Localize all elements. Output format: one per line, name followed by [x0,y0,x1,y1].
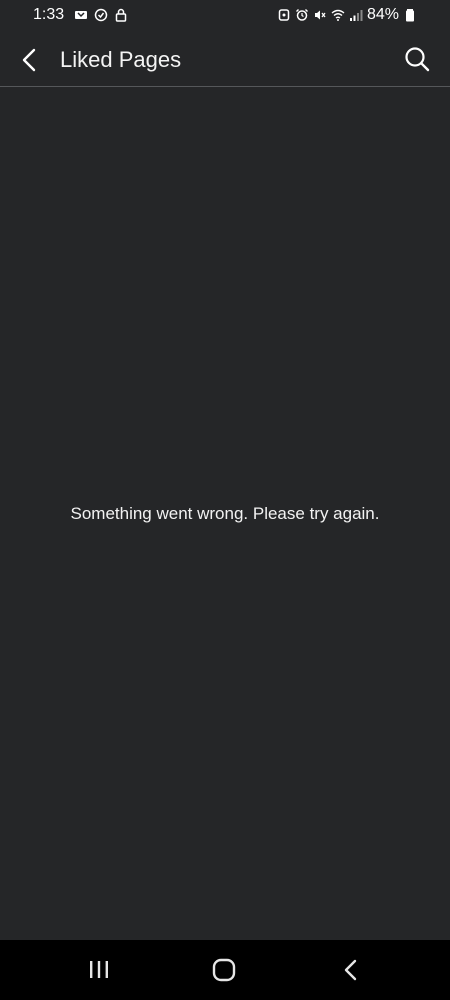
check-circle-icon [94,8,108,22]
signal-icon [349,8,363,22]
mute-icon [313,8,327,22]
battery-icon [403,8,417,22]
battery-percent: 84% [366,6,399,23]
back-button[interactable] [16,46,42,74]
status-bar: 1:33 84% [0,0,450,32]
alarm-clock-icon [295,8,309,22]
recents-button[interactable] [85,956,113,984]
back-arrow-icon [22,48,36,72]
app-bar: Liked Pages [0,32,450,87]
error-message: Something went wrong. Please try again. [70,504,380,523]
lock-icon [114,8,128,22]
notification-icon [74,8,88,22]
nav-back-button[interactable] [337,956,365,984]
home-button[interactable] [210,956,238,984]
alarm-face-icon [277,8,291,22]
recents-icon [90,961,108,978]
home-icon [212,958,236,982]
search-button[interactable] [404,46,430,72]
status-right: 84% [277,6,417,24]
wifi-icon [331,8,345,22]
status-time: 1:33 [33,6,65,23]
search-icon [405,47,430,72]
system-nav-bar [0,940,450,1000]
status-left: 1:33 [33,6,128,24]
page-title: Liked Pages [60,47,182,72]
screen: 1:33 84% Liked Pages Something went wron… [0,0,450,1000]
back-icon [344,959,357,981]
